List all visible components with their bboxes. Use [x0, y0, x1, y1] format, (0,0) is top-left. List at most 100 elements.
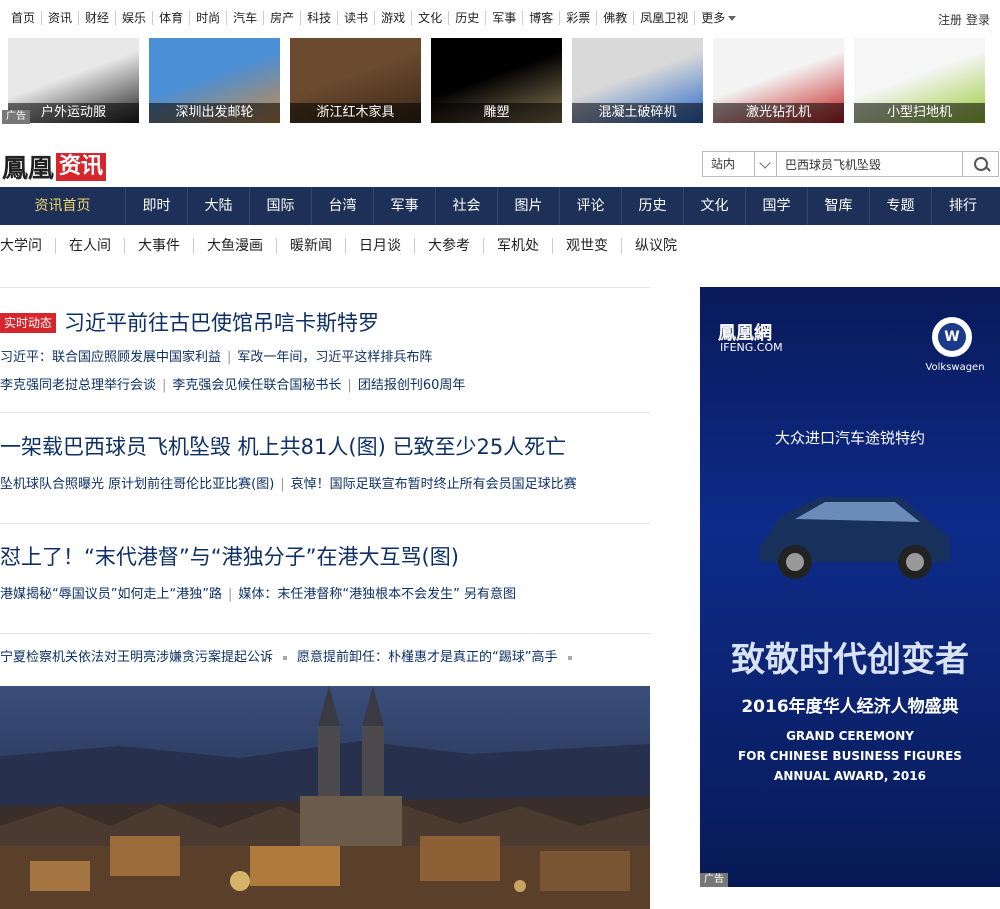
register-link[interactable]: 注册: [938, 11, 962, 28]
main-nav-item[interactable]: 国际: [250, 187, 312, 225]
search-input[interactable]: [777, 151, 963, 177]
main-nav-item[interactable]: 社会: [436, 187, 498, 225]
news-link[interactable]: 军改一年间，习近平这样排兵布阵: [237, 350, 432, 365]
main-nav-item[interactable]: 军事: [374, 187, 436, 225]
sub-nav-item[interactable]: 大学问: [0, 238, 56, 254]
sub-nav-item[interactable]: 军机处: [484, 238, 553, 254]
sub-nav-item[interactable]: 日月谈: [346, 238, 415, 254]
top-nav-link[interactable]: 娱乐: [116, 11, 154, 25]
sub-nav-item[interactable]: 大鱼漫画: [194, 238, 277, 254]
live-tag: 实时动态: [0, 312, 57, 333]
divider: [0, 287, 650, 288]
sub-nav-item[interactable]: 观世变: [553, 238, 622, 254]
logo-text: 鳳凰: [2, 154, 55, 184]
main-nav-item[interactable]: 专题: [870, 187, 932, 225]
bullet: [567, 655, 572, 660]
top-nav-link[interactable]: 历史: [449, 11, 487, 25]
news-link[interactable]: 李克强同老挝总理举行会谈: [0, 378, 156, 393]
main-nav-item[interactable]: 图片: [498, 187, 560, 225]
top-nav-link[interactable]: 财经: [79, 11, 117, 25]
top-nav-link[interactable]: 凤凰卫视: [634, 11, 696, 25]
divider: [0, 633, 650, 634]
login-link[interactable]: 登录: [966, 11, 990, 28]
news-link[interactable]: 坠机球队合照曝光 原计划前往哥伦比亚比赛(图): [0, 477, 274, 492]
headline-1[interactable]: 实时动态 习近平前往古巴使馆吊唁卡斯特罗: [0, 307, 379, 337]
ad-main: 致敬时代创变者: [731, 640, 969, 680]
top-nav-link[interactable]: 体育: [153, 11, 191, 25]
headline-2-links: 坠机球队合照曝光 原计划前往哥伦比亚比赛(图) | 哀悼！国际足联宣布暂时终止所有会…: [0, 473, 577, 492]
top-nav-link[interactable]: 游戏: [375, 11, 413, 25]
search-icon[interactable]: [963, 151, 999, 177]
top-nav-link[interactable]: 读书: [338, 11, 376, 25]
sub-nav-item[interactable]: 在人间: [56, 238, 125, 254]
divider: [0, 412, 650, 413]
divider: [0, 523, 650, 524]
separator: |: [227, 587, 233, 602]
ad-caption: 小型扫地机: [854, 103, 985, 123]
top-nav-link[interactable]: 汽车: [227, 11, 265, 25]
top-nav-link[interactable]: 房产: [264, 11, 302, 25]
search-scope-label: 站内: [711, 157, 736, 171]
search-bar: 站内: [702, 151, 999, 177]
top-nav-link[interactable]: 资讯: [42, 11, 80, 25]
main-nav-item[interactable]: 排行: [932, 187, 994, 225]
car-image: [760, 497, 950, 579]
chevron-down-icon: [754, 152, 776, 176]
ticker-item[interactable]: 愿意提前卸任：朴槿惠才是真正的“踢球”高手: [297, 650, 557, 665]
auth-links: 注册 登录: [938, 11, 990, 28]
news-link[interactable]: 港媒揭秘“辱国议员”如何走上“港独”路: [0, 587, 222, 602]
sub-nav-item[interactable]: 纵议院: [622, 238, 690, 254]
top-nav-link[interactable]: 首页: [5, 11, 43, 25]
site-logo[interactable]: 鳳凰 资讯: [2, 148, 107, 185]
main-nav-item[interactable]: 智库: [808, 187, 870, 225]
ad-tile[interactable]: 小型扫地机: [854, 38, 985, 123]
news-link[interactable]: 团结报创刊60周年: [358, 378, 466, 393]
news-link[interactable]: 李克强会见候任联合国秘书长: [172, 378, 341, 393]
ad-tile[interactable]: 深圳出发邮轮: [149, 38, 280, 123]
top-nav-link[interactable]: 时尚: [190, 11, 228, 25]
news-link[interactable]: 媒体：末任港督称“港独根本不会发生” 另有意图: [238, 587, 516, 602]
feature-photo[interactable]: [0, 686, 650, 909]
top-nav-link[interactable]: 佛教: [597, 11, 635, 25]
ad-tile[interactable]: 激光钻孔机: [713, 38, 844, 123]
ad-tile[interactable]: 混凝土破碎机: [572, 38, 703, 123]
news-link[interactable]: 习近平：联合国应照顾发展中国家利益: [0, 350, 221, 365]
news-link[interactable]: 哀悼！国际足联宣布暂时终止所有会员国足球比赛: [291, 477, 577, 492]
main-nav-item[interactable]: 资讯首页: [0, 187, 126, 225]
headline-3-text: 怼上了！“末代港督”与“港独分子”在港大互骂(图): [0, 545, 459, 569]
headline-3[interactable]: 怼上了！“末代港督”与“港独分子”在港大互骂(图): [0, 541, 459, 571]
ad-slogan: 大众进口汽车途锐特约: [774, 429, 925, 447]
ad-caption: 雕塑: [431, 103, 562, 123]
ad-tile[interactable]: 雕塑: [431, 38, 562, 123]
separator: |: [227, 350, 232, 365]
headline-3-links: 港媒揭秘“辱国议员”如何走上“港独”路 | 媒体：末任港督称“港独根本不会发生” 另…: [0, 583, 516, 602]
headline-2[interactable]: 一架载巴西球员飞机坠毁 机上共81人(图) 已致至少25人死亡: [0, 431, 566, 461]
search-scope-select[interactable]: 站内: [702, 151, 777, 177]
main-nav-item[interactable]: 即时: [126, 187, 188, 225]
main-nav-item[interactable]: 文化: [684, 187, 746, 225]
ad-caption: 浙江红木家具: [290, 103, 421, 123]
sidebar-ad[interactable]: 鳳凰網 IFENG.COM W Volkswagen 大众进口汽车途锐特约 致敬…: [700, 287, 1000, 887]
ticker-item[interactable]: 宁夏检察机关依法对王明亮涉嫌贪污案提起公诉: [0, 650, 273, 665]
ad-tile[interactable]: 浙江红木家具: [290, 38, 421, 123]
main-nav-item[interactable]: 国学: [746, 187, 808, 225]
bullet: [283, 655, 288, 660]
main-nav: 资讯首页 即时 大陆 国际 台湾 军事 社会 图片 评论 历史 文化 国学 智库 专题 排行: [0, 187, 1000, 225]
ad-row: 户外运动服 深圳出发邮轮 浙江红木家具 雕塑 混凝土破碎机 激光钻孔机 小型扫地机 广告: [0, 36, 1000, 126]
top-nav-link[interactable]: 博客: [523, 11, 561, 25]
top-nav-link[interactable]: 科技: [301, 11, 339, 25]
top-nav: 首页 资讯 财经 娱乐 体育 时尚 汽车 房产 科技 读书 游戏 文化 历史 军事 博客 彩票 佛教 凤凰卫视 更多…: [0, 0, 1000, 36]
more-menu[interactable]: 更多: [695, 11, 742, 25]
sub-nav-item[interactable]: 大事件: [125, 238, 194, 254]
ad-caption: 混凝土破碎机: [572, 103, 703, 123]
main-nav-item[interactable]: 大陆: [188, 187, 250, 225]
top-nav-link[interactable]: 军事: [486, 11, 524, 25]
main-nav-item[interactable]: 台湾: [312, 187, 374, 225]
main-nav-item[interactable]: 历史: [622, 187, 684, 225]
ad-en2: FOR CHINESE BUSINESS FIGURES: [738, 749, 962, 763]
main-nav-item[interactable]: 评论: [560, 187, 622, 225]
sub-nav-item[interactable]: 大参考: [415, 238, 484, 254]
sub-nav-item[interactable]: 暖新闻: [277, 238, 346, 254]
top-nav-link[interactable]: 彩票: [560, 11, 598, 25]
top-nav-link[interactable]: 文化: [412, 11, 450, 25]
